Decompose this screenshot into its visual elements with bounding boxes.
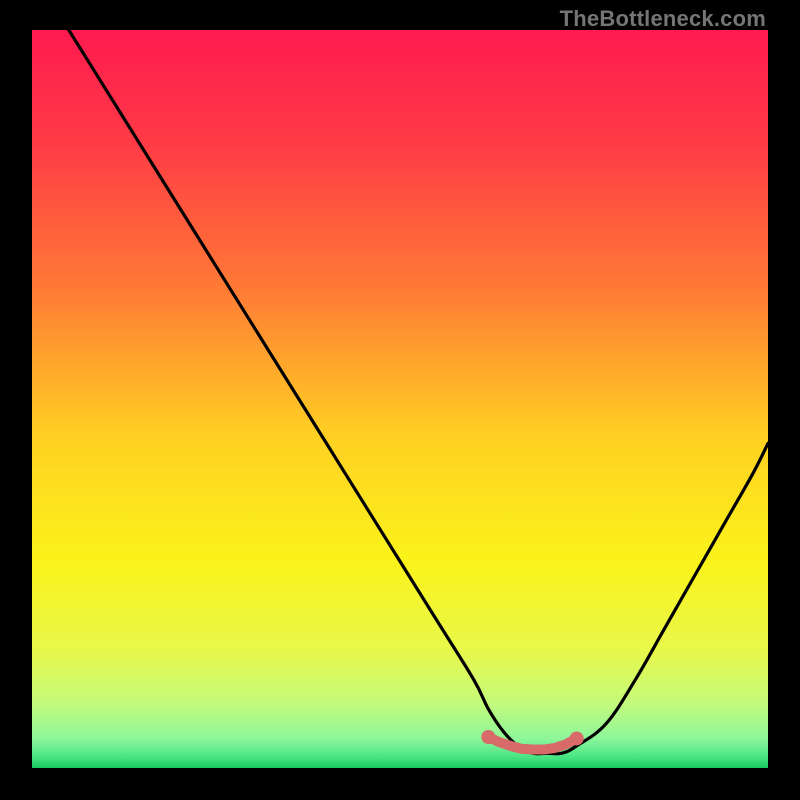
optimal-range-endpoint	[570, 731, 584, 745]
chart-frame	[32, 30, 768, 768]
plot-area	[32, 30, 768, 768]
optimal-range-endpoint	[481, 730, 495, 744]
bottleneck-curve	[32, 30, 768, 768]
watermark-text: TheBottleneck.com	[560, 6, 766, 32]
optimal-range-highlight	[488, 737, 576, 750]
